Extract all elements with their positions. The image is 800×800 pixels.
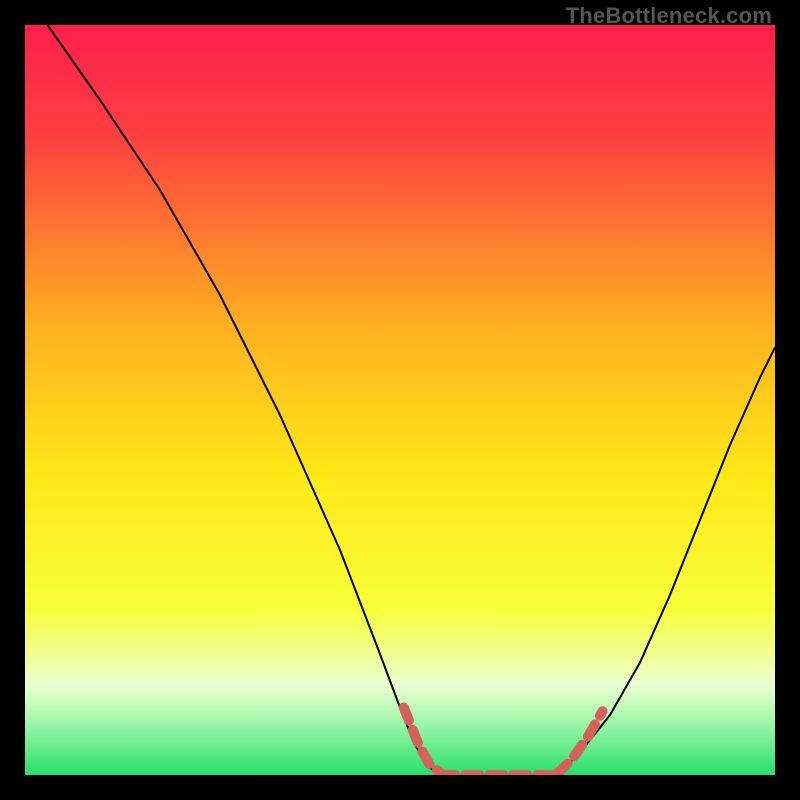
- chart-plot-area: [25, 25, 775, 775]
- chart-frame: TheBottleneck.com: [0, 0, 800, 800]
- chart-svg: [25, 25, 775, 775]
